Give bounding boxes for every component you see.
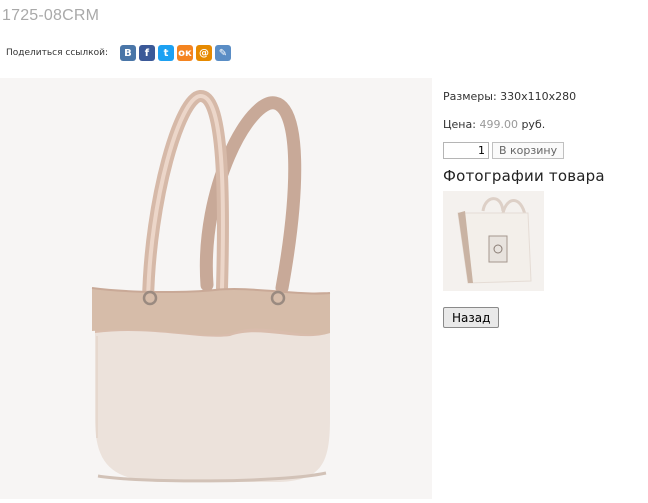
share-label: Поделиться ссылкой: — [6, 48, 108, 58]
share-bar: Поделиться ссылкой: Вf t ок @ ✎ — [6, 44, 231, 62]
price-label: Цена: — [443, 118, 476, 131]
odnoklassniki-icon[interactable]: ок — [176, 45, 193, 61]
product-title: 1725-08CRM — [2, 7, 100, 24]
product-photo-thumbnail[interactable] — [443, 191, 544, 291]
handbag-thumbnail-image — [457, 197, 532, 284]
twitter-icon[interactable]: t — [157, 45, 174, 61]
product-info: Размеры: 330x110x280 Цена: 499.00 руб. В… — [443, 88, 648, 328]
photos-heading: Фотографии товара — [443, 167, 605, 185]
quantity-input[interactable] — [443, 142, 489, 159]
price-row: Цена: 499.00 руб. — [443, 116, 648, 134]
facebook-icon[interactable]: f — [138, 45, 155, 61]
product-main-image — [0, 78, 432, 499]
add-to-cart-row: В корзину — [443, 142, 648, 159]
product-size: Размеры: 330x110x280 — [443, 90, 577, 103]
mail-ru-icon[interactable]: @ — [195, 45, 212, 61]
add-to-cart-button[interactable]: В корзину — [492, 142, 565, 159]
share-icons: Вf t ок @ ✎ — [119, 45, 231, 61]
livejournal-icon[interactable]: ✎ — [214, 45, 231, 61]
handbag-image — [91, 90, 331, 483]
vkontakte-icon[interactable]: В — [119, 45, 136, 61]
currency: руб. — [521, 118, 546, 131]
price-value: 499.00 — [479, 118, 518, 131]
back-button[interactable]: Назад — [443, 307, 500, 328]
